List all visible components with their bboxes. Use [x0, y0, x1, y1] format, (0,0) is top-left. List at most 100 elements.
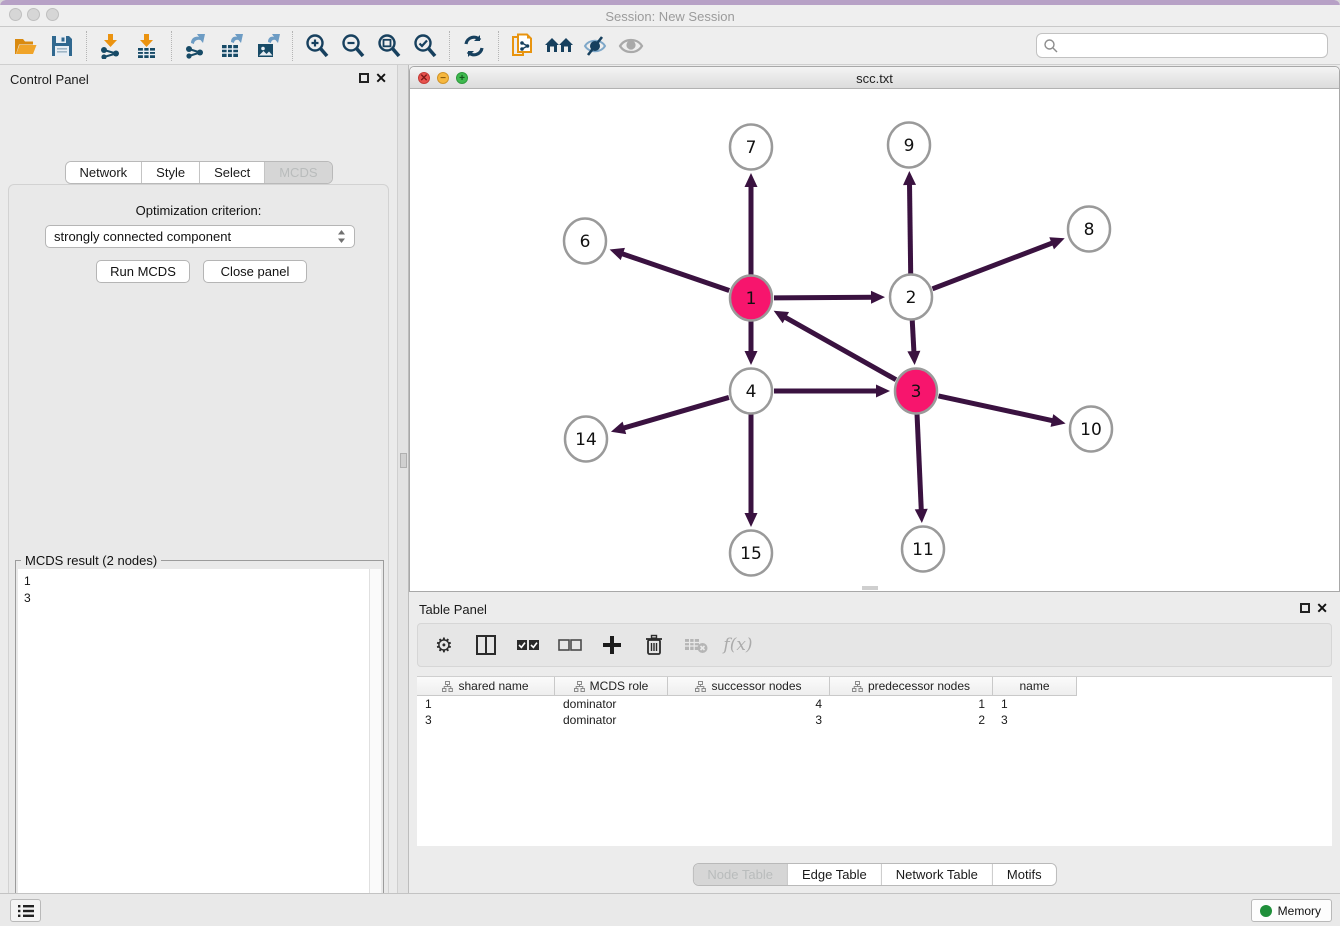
export-table-button[interactable]	[214, 29, 250, 63]
refresh-button[interactable]	[456, 29, 492, 63]
close-table-panel-icon[interactable]: ✕	[1316, 600, 1328, 617]
network-window-titlebar[interactable]: ✕ − + scc.txt	[410, 67, 1339, 89]
run-mcds-button[interactable]: Run MCDS	[96, 260, 190, 283]
column-header-name[interactable]: name	[993, 677, 1077, 696]
function-builder-button[interactable]: f(x)	[724, 631, 752, 659]
graph-node-9[interactable]: 9	[888, 123, 930, 168]
memory-status-dot	[1260, 905, 1272, 917]
open-session-button[interactable]	[8, 29, 44, 63]
tab-style[interactable]: Style	[142, 162, 200, 183]
column-header-label: name	[1019, 679, 1049, 693]
graph-edge-3-1[interactable]	[783, 316, 896, 380]
graph-edge-4-14[interactable]	[622, 397, 729, 428]
zoom-in-button[interactable]	[299, 29, 335, 63]
close-panel-icon[interactable]: ✕	[375, 70, 387, 87]
panel-divider[interactable]	[397, 65, 409, 893]
graph-node-label: 11	[912, 540, 934, 560]
optimization-criterion-label: Optimization criterion:	[9, 203, 388, 218]
float-panel-icon[interactable]	[359, 73, 369, 83]
graph-edge-3-10[interactable]	[938, 396, 1054, 421]
zoom-selected-button[interactable]	[407, 29, 443, 63]
hide-graphics-details-button[interactable]	[577, 29, 613, 63]
column-header-predecessor-nodes[interactable]: predecessor nodes	[830, 677, 993, 696]
table-row[interactable]: 3dominator323	[417, 712, 1332, 728]
table-cell: 2	[830, 712, 993, 728]
select-all-button[interactable]	[514, 631, 542, 659]
table-panel-title: Table Panel	[419, 602, 487, 617]
column-header-label: shared name	[458, 679, 528, 693]
column-header-MCDS-role[interactable]: MCDS role	[555, 677, 668, 696]
graph-node-label: 14	[575, 430, 597, 450]
network-canvas[interactable]: 7 9 6 8 1 2 4 3 14 10 15 11	[410, 89, 1339, 591]
graph-node-1[interactable]: 1	[730, 276, 772, 321]
graph-node-11[interactable]: 11	[902, 527, 944, 572]
graph-node-10[interactable]: 10	[1070, 407, 1112, 452]
add-column-button[interactable]	[598, 631, 626, 659]
divider-handle[interactable]	[400, 453, 407, 468]
graph-node-2[interactable]: 2	[890, 275, 932, 320]
column-header-successor-nodes[interactable]: successor nodes	[668, 677, 830, 696]
graph-node-6[interactable]: 6	[564, 219, 606, 264]
graph-edge-2-8[interactable]	[932, 242, 1054, 289]
graph-edge-1-6[interactable]	[620, 253, 729, 291]
table-row[interactable]: 1dominator411	[417, 696, 1332, 712]
column-header-label: predecessor nodes	[868, 679, 970, 693]
float-table-panel-icon[interactable]	[1300, 603, 1310, 613]
delete-column-button[interactable]	[640, 631, 668, 659]
graph-node-8[interactable]: 8	[1068, 207, 1110, 252]
table-tab-network-table[interactable]: Network Table	[882, 864, 993, 885]
save-session-button[interactable]	[44, 29, 80, 63]
first-neighbors-button[interactable]	[541, 29, 577, 63]
graph-node-label: 7	[746, 138, 757, 158]
table-tab-node-table[interactable]: Node Table	[693, 864, 788, 885]
column-header-shared-name[interactable]: shared name	[417, 677, 555, 696]
close-panel-button[interactable]: Close panel	[203, 260, 307, 283]
application-window: Session: New Session	[0, 0, 1340, 926]
graph-edge-arrowhead	[611, 422, 626, 434]
graph-node-15[interactable]: 15	[730, 531, 772, 576]
graph-edge-2-3[interactable]	[912, 320, 914, 354]
mcds-result-title: MCDS result (2 nodes)	[21, 553, 161, 568]
zoom-fit-button[interactable]	[371, 29, 407, 63]
show-graphics-details-button[interactable]	[613, 29, 649, 63]
graph-node-label: 9	[904, 136, 915, 156]
column-header-label: MCDS role	[590, 679, 649, 693]
export-image-button[interactable]	[250, 29, 286, 63]
mcds-result-list[interactable]: 13	[18, 569, 381, 926]
refresh-icon	[461, 33, 487, 59]
graph-node-3[interactable]: 3	[895, 369, 937, 414]
duplicate-network-button[interactable]	[505, 29, 541, 63]
graph-edge-3-11[interactable]	[917, 414, 921, 512]
show-columns-button[interactable]	[472, 631, 500, 659]
import-table-button[interactable]	[129, 29, 165, 63]
graph-edge-arrowhead	[745, 173, 758, 187]
result-scrollbar[interactable]	[369, 569, 381, 926]
graph-node-14[interactable]: 14	[565, 417, 607, 462]
tab-network[interactable]: Network	[65, 162, 142, 183]
graph-edge-2-9[interactable]	[909, 182, 910, 274]
checked-boxes-icon	[516, 639, 540, 651]
tab-mcds[interactable]: MCDS	[265, 162, 331, 183]
table-tab-edge-table[interactable]: Edge Table	[788, 864, 882, 885]
table-tab-motifs[interactable]: Motifs	[993, 864, 1056, 885]
tab-select[interactable]: Select	[200, 162, 265, 183]
canvas-scroll-handle[interactable]	[862, 586, 878, 590]
import-network-button[interactable]	[93, 29, 129, 63]
graph-edge-1-2[interactable]	[774, 297, 874, 298]
control-panel-tabs: NetworkStyleSelectMCDS	[64, 161, 332, 184]
graph-node-7[interactable]: 7	[730, 125, 772, 170]
delete-table-button[interactable]	[682, 631, 710, 659]
memory-button[interactable]: Memory	[1251, 899, 1332, 922]
export-network-button[interactable]	[178, 29, 214, 63]
criterion-dropdown[interactable]: strongly connected component	[45, 225, 355, 248]
search-field[interactable]	[1036, 33, 1328, 58]
search-input[interactable]	[1059, 36, 1327, 56]
table-toolbar: ⚙	[417, 623, 1332, 667]
graph-node-label: 8	[1084, 220, 1095, 240]
deselect-all-button[interactable]	[556, 631, 584, 659]
table-settings-button[interactable]: ⚙	[430, 631, 458, 659]
graph-node-4[interactable]: 4	[730, 369, 772, 414]
task-history-button[interactable]	[10, 899, 41, 922]
search-icon	[1043, 38, 1059, 54]
zoom-out-button[interactable]	[335, 29, 371, 63]
